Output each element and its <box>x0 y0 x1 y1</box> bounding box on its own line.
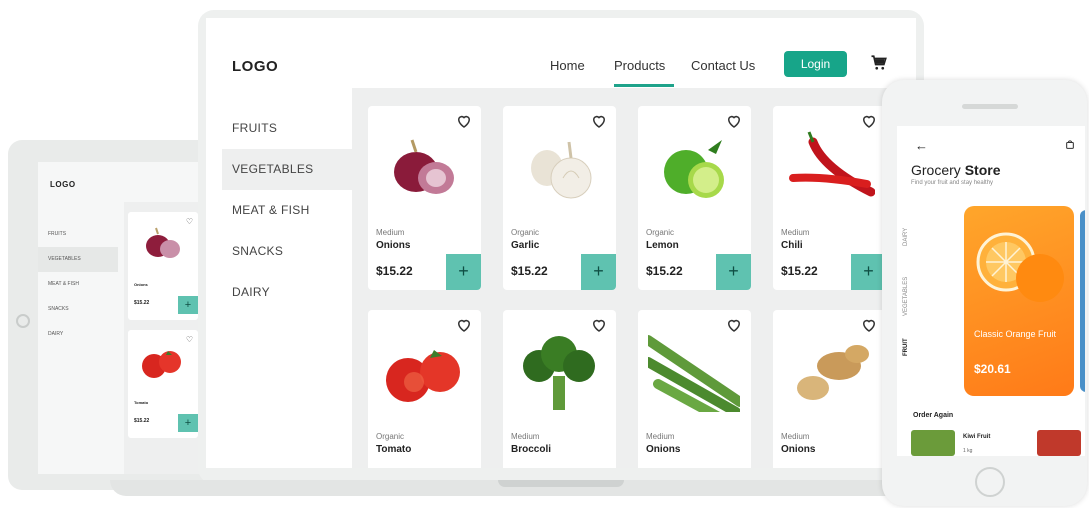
tablet-sidebar: FRUITS VEGETABLES MEAT & FISH SNACKS DAI… <box>38 222 118 347</box>
broccoli-image <box>523 336 595 410</box>
heart-icon[interactable]: ♡ <box>186 217 193 226</box>
product-subtitle: Organic <box>646 228 675 237</box>
kiwi-image <box>911 430 955 456</box>
nav-home[interactable]: Home <box>550 58 585 73</box>
product-name: Lemon <box>646 240 679 251</box>
featured-product-price: $20.61 <box>974 362 1011 376</box>
product-name: Chili <box>781 240 803 251</box>
tablet-category-vegetables[interactable]: VEGETABLES <box>38 247 118 272</box>
site-logo[interactable]: LOGO <box>232 58 278 75</box>
phone-speaker <box>962 104 1018 109</box>
tablet-product-card[interactable]: ♡ Onions $15.22 + <box>128 212 198 320</box>
product-name: Garlic <box>511 240 540 251</box>
tablet-add-button[interactable]: + <box>178 414 198 432</box>
add-to-cart-button[interactable]: + <box>446 254 481 290</box>
tomato-image <box>142 351 181 378</box>
tablet-logo: LOGO <box>50 180 76 189</box>
garlic-image <box>531 141 592 199</box>
category-sidebar: FRUITS VEGETABLES MEAT & FISH SNACKS DAI… <box>222 108 352 313</box>
tablet-add-button[interactable]: + <box>178 296 198 314</box>
tablet-product-card[interactable]: ♡ Tomato $15.22 + <box>128 330 198 438</box>
login-button[interactable]: Login <box>784 51 847 77</box>
tab-fruit[interactable]: FRUIT <box>903 338 909 356</box>
add-to-cart-button[interactable]: + <box>581 254 616 290</box>
product-subtitle: Medium <box>646 432 675 441</box>
product-subtitle: Organic <box>376 432 405 441</box>
back-arrow-icon[interactable]: ← <box>915 138 928 153</box>
lime-image <box>664 140 724 198</box>
nav-active-indicator <box>614 84 674 87</box>
tablet-category-fruits[interactable]: FRUITS <box>38 222 118 247</box>
phone-title: Grocery Store <box>911 162 1001 178</box>
tomato-image <box>386 350 460 402</box>
category-dairy[interactable]: DAIRY <box>222 272 352 313</box>
laptop-screen: LOGO Home Products Contact Us Login FRUI… <box>206 18 916 468</box>
category-snacks[interactable]: SNACKS <box>222 231 352 272</box>
product-name: Onions <box>646 444 681 455</box>
product-card[interactable]: Organic Tomato <box>368 310 481 468</box>
add-to-cart-button[interactable]: + <box>851 254 886 290</box>
order-again-heading: Order Again <box>913 412 954 419</box>
phone-home-button[interactable] <box>975 467 1005 497</box>
cart-icon[interactable] <box>870 54 888 72</box>
product-subtitle: Organic <box>511 228 540 237</box>
product-subtitle: Medium <box>511 432 540 441</box>
category-meat-fish[interactable]: MEAT & FISH <box>222 190 352 231</box>
product-price: $15.22 <box>376 264 413 278</box>
product-price: $15.22 <box>781 264 818 278</box>
heart-icon[interactable]: ♡ <box>186 335 193 344</box>
product-name: Onions <box>781 444 816 455</box>
tablet-product-price: $15.22 <box>134 300 150 306</box>
order-item-subtitle: 1 kg <box>963 448 973 454</box>
product-card[interactable]: Medium Chili $15.22 + <box>773 106 886 290</box>
okra-image <box>648 335 740 412</box>
add-to-cart-button[interactable]: + <box>716 254 751 290</box>
tab-vegetables[interactable]: VEGETABLES <box>903 277 909 316</box>
chili-image <box>789 131 875 197</box>
product-name: Tomato <box>376 444 412 455</box>
tablet-category-meat-fish[interactable]: MEAT & FISH <box>38 272 118 297</box>
cart-icon[interactable] <box>1065 140 1075 150</box>
product-subtitle: Medium <box>781 432 810 441</box>
product-subtitle: Medium <box>781 228 810 237</box>
product-price: $15.22 <box>511 264 548 278</box>
product-card[interactable]: Medium Onions <box>638 310 751 468</box>
product-card[interactable]: Medium Onions $15.22 + <box>368 106 481 290</box>
featured-product-name: Classic Orange Fruit <box>974 329 1057 339</box>
nav-products[interactable]: Products <box>614 58 665 73</box>
tablet-product-name: Tomato <box>134 400 149 405</box>
nav-contact-us[interactable]: Contact Us <box>691 58 755 73</box>
order-item-name: Kiwi Fruit <box>963 434 991 440</box>
tablet-home-button[interactable] <box>16 314 30 328</box>
phone-subtitle: Find your fruit and stay healthy <box>911 180 994 186</box>
onion-image <box>394 139 454 194</box>
product-price: $15.22 <box>646 264 683 278</box>
category-vegetables[interactable]: VEGETABLES <box>222 149 352 190</box>
laptop-notch <box>498 480 624 487</box>
ginger-image <box>797 345 869 400</box>
tablet-product-name: Onions <box>134 282 148 287</box>
onion-image <box>146 227 180 258</box>
tablet-product-price: $15.22 <box>134 418 150 424</box>
product-card[interactable]: Medium Onions <box>773 310 886 468</box>
next-featured-card[interactable] <box>1080 210 1085 392</box>
product-subtitle: Medium <box>376 228 405 237</box>
tablet-category-snacks[interactable]: SNACKS <box>38 297 118 322</box>
order-item-image[interactable] <box>1037 430 1081 456</box>
category-fruits[interactable]: FRUITS <box>222 108 352 149</box>
product-name: Onions <box>376 240 411 251</box>
product-name: Broccoli <box>511 444 552 455</box>
devices-mockup: LOGO FRUITS VEGETABLES MEAT & FISH SNACK… <box>0 0 1089 508</box>
product-card[interactable]: Organic Garlic $15.22 + <box>503 106 616 290</box>
product-grid: Medium Onions $15.22 + Organic Garlic $1… <box>352 88 916 468</box>
orange-image <box>976 232 1064 302</box>
phone-screen: ← Grocery Store Find your fruit and stay… <box>897 126 1085 456</box>
product-card[interactable]: Medium Broccoli <box>503 310 616 468</box>
product-card[interactable]: Organic Lemon $15.22 + <box>638 106 751 290</box>
featured-product-card[interactable]: Classic Orange Fruit $20.61 <box>964 206 1074 396</box>
tab-dairy[interactable]: DAIRY <box>903 228 909 246</box>
tablet-category-dairy[interactable]: DAIRY <box>38 322 118 347</box>
